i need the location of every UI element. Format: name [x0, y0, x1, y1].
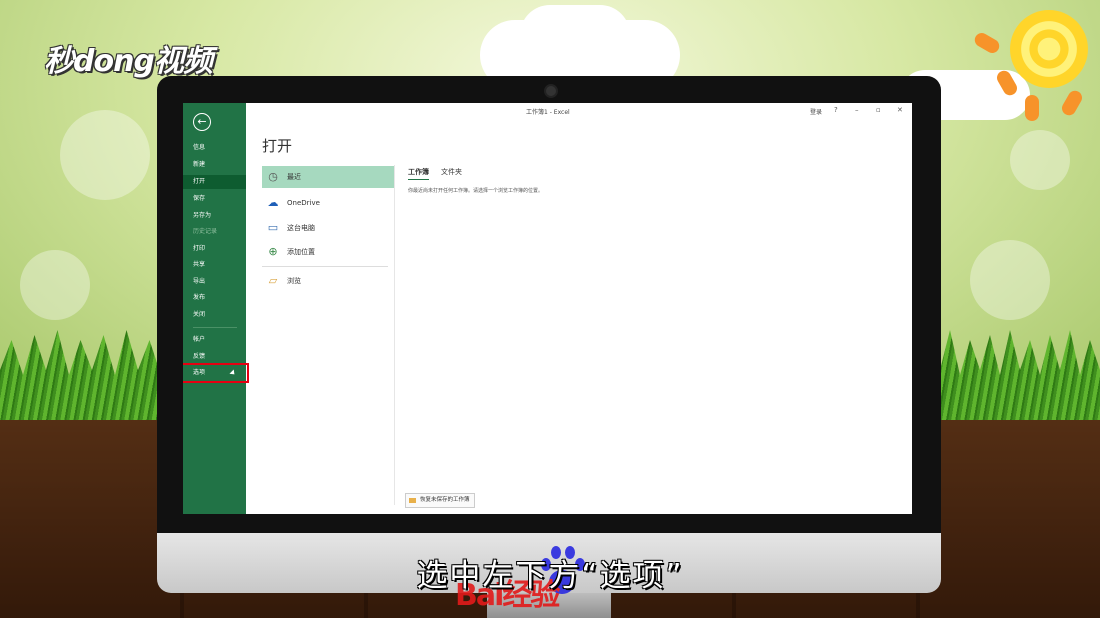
- location-label: 最近: [287, 173, 301, 181]
- excel-window: ← 信息 新建 打开 保存 另存为 历史记录 打印 共享 导出 发布 关闭 帐户…: [183, 103, 912, 514]
- folder-icon: [409, 498, 416, 503]
- recover-unsaved-button[interactable]: 恢复未保存的工作簿: [405, 493, 475, 508]
- help-icon[interactable]: ?: [834, 106, 838, 114]
- page-title: 打开: [262, 137, 293, 155]
- close-icon[interactable]: ✕: [897, 106, 903, 114]
- video-logo: 秒dong视频: [44, 44, 213, 79]
- bokeh-light: [60, 110, 150, 200]
- menu-item-share[interactable]: 共享: [183, 258, 246, 272]
- add-location-icon: ⊕: [268, 245, 278, 258]
- options-highlight-box: [183, 363, 249, 383]
- minimize-icon[interactable]: –: [855, 106, 859, 114]
- cloud: [520, 5, 630, 65]
- menu-item-export[interactable]: 导出: [183, 275, 246, 289]
- menu-item-save[interactable]: 保存: [183, 192, 246, 206]
- menu-item-account[interactable]: 帐户: [183, 333, 246, 347]
- location-recent[interactable]: ◷ 最近: [262, 166, 394, 188]
- video-subtitle: 选中左下方“选项”: [416, 558, 684, 594]
- menu-item-print[interactable]: 打印: [183, 242, 246, 256]
- location-this-pc[interactable]: ▭ 这台电脑: [262, 217, 394, 239]
- menu-item-feedback[interactable]: 反馈: [183, 350, 246, 364]
- location-onedrive[interactable]: ☁ OneDrive: [262, 192, 394, 214]
- computer-icon: ▭: [267, 221, 279, 234]
- location-label: 浏览: [287, 277, 301, 285]
- title-bar: 工作簿1 - Excel 登录 ? – ▫ ✕: [246, 103, 912, 119]
- camera-icon: [544, 84, 558, 98]
- location-divider: [262, 266, 388, 267]
- bokeh-light: [20, 250, 90, 320]
- tab-workbooks[interactable]: 工作簿: [408, 167, 429, 180]
- bokeh-light: [1010, 130, 1070, 190]
- restore-icon[interactable]: ▫: [876, 106, 881, 114]
- location-label: 这台电脑: [287, 224, 315, 232]
- folder-icon: ▱: [268, 274, 278, 287]
- menu-item-new[interactable]: 新建: [183, 158, 246, 172]
- window-title: 工作簿1 - Excel: [526, 109, 570, 116]
- menu-item-close[interactable]: 关闭: [183, 308, 246, 322]
- panel-divider: [394, 165, 395, 505]
- menu-item-info[interactable]: 信息: [183, 141, 246, 155]
- clock-icon: ◷: [268, 170, 278, 183]
- location-add-place[interactable]: ⊕ 添加位置: [262, 241, 394, 263]
- menu-item-publish[interactable]: 发布: [183, 291, 246, 305]
- sidebar-divider: [193, 327, 237, 328]
- recover-label: 恢复未保存的工作簿: [420, 497, 470, 503]
- menu-item-save-as[interactable]: 另存为: [183, 209, 246, 223]
- empty-recent-message: 你最近尚未打开任何工作簿。请选择一个浏览工作簿的位置。: [408, 188, 544, 194]
- back-arrow-icon[interactable]: ←: [193, 113, 211, 131]
- menu-item-open[interactable]: 打开: [183, 175, 246, 189]
- login-link[interactable]: 登录: [810, 107, 822, 116]
- location-browse[interactable]: ▱ 浏览: [262, 270, 394, 292]
- bokeh-light: [970, 240, 1050, 320]
- sun-icon: [1010, 10, 1088, 88]
- sun-ray: [1025, 95, 1039, 121]
- location-label: OneDrive: [287, 199, 320, 207]
- location-label: 添加位置: [287, 248, 315, 256]
- backstage-sidebar: ← 信息 新建 打开 保存 另存为 历史记录 打印 共享 导出 发布 关闭 帐户…: [183, 103, 249, 514]
- menu-item-history: 历史记录: [193, 228, 218, 235]
- tab-folders[interactable]: 文件夹: [441, 167, 462, 177]
- cloud-icon: ☁: [267, 196, 279, 209]
